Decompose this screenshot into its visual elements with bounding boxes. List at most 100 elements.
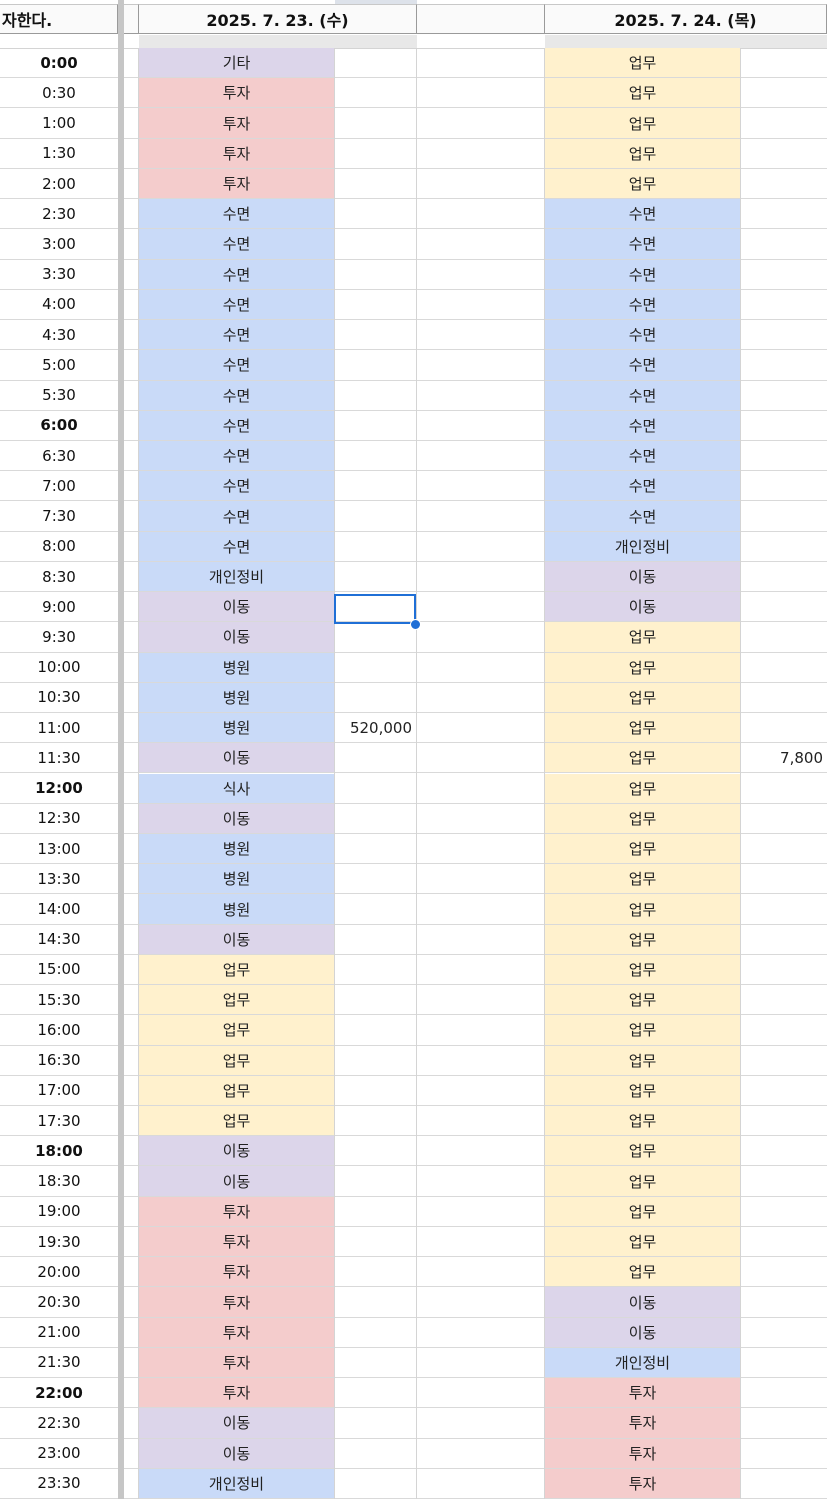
time-cell[interactable]: 12:00: [0, 774, 118, 803]
fill-handle[interactable]: [410, 619, 421, 630]
time-cell[interactable]: 6:00: [0, 411, 118, 440]
category-cell-day1[interactable]: 업무: [139, 954, 334, 985]
time-cell[interactable]: 0:00: [0, 48, 118, 77]
amount-cell-day1[interactable]: [335, 1408, 416, 1437]
category-cell-day1[interactable]: 이동: [139, 743, 334, 773]
amount-cell-day1[interactable]: [335, 1318, 416, 1347]
category-cell-day2[interactable]: 업무: [545, 894, 740, 924]
category-cell-day2[interactable]: 업무: [545, 1166, 740, 1196]
category-cell-day1[interactable]: 수면: [139, 350, 334, 380]
category-cell-day2[interactable]: 이동: [545, 592, 740, 622]
amount-cell-day1[interactable]: [335, 743, 416, 772]
amount-cell-day2[interactable]: [741, 1197, 827, 1226]
category-cell-day2[interactable]: 개인정비: [545, 531, 740, 561]
category-cell-day2[interactable]: 업무: [545, 168, 740, 199]
category-cell-day2[interactable]: 투자: [545, 1468, 740, 1498]
time-cell[interactable]: 16:30: [0, 1046, 118, 1075]
category-cell-day2[interactable]: 수면: [545, 440, 740, 471]
category-cell-day1[interactable]: 수면: [139, 501, 334, 531]
category-cell-day2[interactable]: 수면: [545, 259, 740, 289]
category-cell-day2[interactable]: 수면: [545, 320, 740, 350]
time-cell[interactable]: 21:00: [0, 1318, 118, 1347]
time-cell[interactable]: 21:30: [0, 1348, 118, 1377]
amount-cell-day2[interactable]: [741, 1227, 827, 1256]
amount-cell-day2[interactable]: [741, 653, 827, 682]
time-cell[interactable]: 1:30: [0, 139, 118, 168]
time-cell[interactable]: 23:30: [0, 1469, 118, 1498]
column-header-date1[interactable]: 2025. 7. 23. (수): [139, 4, 417, 34]
amount-cell-day2[interactable]: [741, 1318, 827, 1347]
category-cell-day1[interactable]: 투자: [139, 168, 334, 199]
amount-cell-day2[interactable]: [741, 834, 827, 863]
time-cell[interactable]: 18:30: [0, 1166, 118, 1195]
category-cell-day1[interactable]: 업무: [139, 985, 334, 1015]
time-cell[interactable]: 5:30: [0, 381, 118, 410]
category-cell-day1[interactable]: 이동: [139, 1166, 334, 1196]
amount-cell-day2[interactable]: [741, 139, 827, 168]
amount-cell-day1[interactable]: [335, 169, 416, 198]
column-header-date2[interactable]: 2025. 7. 24. (목): [545, 4, 827, 34]
amount-cell-day2[interactable]: [741, 78, 827, 107]
category-cell-day2[interactable]: 업무: [545, 1257, 740, 1287]
category-cell-day2[interactable]: 업무: [545, 743, 740, 773]
category-cell-day2[interactable]: 업무: [545, 833, 740, 864]
amount-cell-day2[interactable]: [741, 108, 827, 137]
amount-cell-day1[interactable]: [335, 48, 416, 77]
amount-cell-day1[interactable]: [335, 1166, 416, 1195]
amount-cell-day1[interactable]: [335, 1257, 416, 1286]
category-cell-day2[interactable]: 투자: [545, 1438, 740, 1468]
amount-cell-day1[interactable]: 520,000: [335, 713, 416, 742]
category-cell-day2[interactable]: 업무: [545, 108, 740, 138]
amount-cell-day1[interactable]: [335, 1469, 416, 1498]
time-cell[interactable]: 10:30: [0, 683, 118, 712]
time-cell[interactable]: 18:00: [0, 1136, 118, 1165]
category-cell-day1[interactable]: 이동: [139, 1438, 334, 1468]
amount-cell-day1[interactable]: [335, 562, 416, 591]
amount-cell-day2[interactable]: [741, 1257, 827, 1286]
category-cell-day1[interactable]: 투자: [139, 108, 334, 138]
category-cell-day2[interactable]: 업무: [545, 1045, 740, 1075]
amount-cell-day2[interactable]: [741, 592, 827, 621]
time-cell[interactable]: 22:00: [0, 1378, 118, 1407]
category-cell-day2[interactable]: 이동: [545, 561, 740, 592]
time-cell[interactable]: 19:00: [0, 1197, 118, 1226]
amount-cell-day2[interactable]: [741, 411, 827, 440]
time-cell[interactable]: 13:00: [0, 834, 118, 863]
time-cell[interactable]: 1:00: [0, 108, 118, 137]
amount-cell-day1[interactable]: [335, 320, 416, 349]
category-cell-day2[interactable]: 업무: [545, 773, 740, 803]
amount-cell-day1[interactable]: [335, 229, 416, 258]
time-cell[interactable]: 20:30: [0, 1287, 118, 1316]
amount-cell-day2[interactable]: [741, 350, 827, 379]
time-cell[interactable]: 8:30: [0, 562, 118, 591]
amount-cell-day2[interactable]: [741, 562, 827, 591]
category-cell-day1[interactable]: 이동: [139, 803, 334, 833]
category-cell-day1[interactable]: 병원: [139, 652, 334, 682]
category-cell-day1[interactable]: 병원: [139, 833, 334, 864]
time-cell[interactable]: 7:00: [0, 471, 118, 500]
amount-cell-day2[interactable]: [741, 501, 827, 530]
amount-cell-day2[interactable]: [741, 1106, 827, 1135]
amount-cell-day2[interactable]: [741, 804, 827, 833]
amount-cell-day2[interactable]: [741, 260, 827, 289]
category-cell-day2[interactable]: 업무: [545, 803, 740, 833]
amount-cell-day1[interactable]: [335, 381, 416, 410]
category-cell-day1[interactable]: 업무: [139, 1015, 334, 1045]
time-cell[interactable]: 14:00: [0, 894, 118, 923]
amount-cell-day2[interactable]: [741, 1378, 827, 1407]
category-cell-day1[interactable]: 투자: [139, 1347, 334, 1378]
time-cell[interactable]: 23:00: [0, 1439, 118, 1468]
amount-cell-day2[interactable]: [741, 381, 827, 410]
category-cell-day1[interactable]: 병원: [139, 894, 334, 924]
category-cell-day2[interactable]: 투자: [545, 1408, 740, 1438]
selected-cell[interactable]: [334, 594, 416, 624]
time-cell[interactable]: 0:30: [0, 78, 118, 107]
time-cell[interactable]: 19:30: [0, 1227, 118, 1256]
amount-cell-day1[interactable]: [335, 1348, 416, 1377]
category-cell-day2[interactable]: 업무: [545, 924, 740, 954]
category-cell-day2[interactable]: 이동: [545, 1287, 740, 1317]
amount-cell-day2[interactable]: [741, 622, 827, 651]
category-cell-day1[interactable]: 수면: [139, 259, 334, 289]
time-cell[interactable]: 20:00: [0, 1257, 118, 1286]
amount-cell-day1[interactable]: [335, 1227, 416, 1256]
